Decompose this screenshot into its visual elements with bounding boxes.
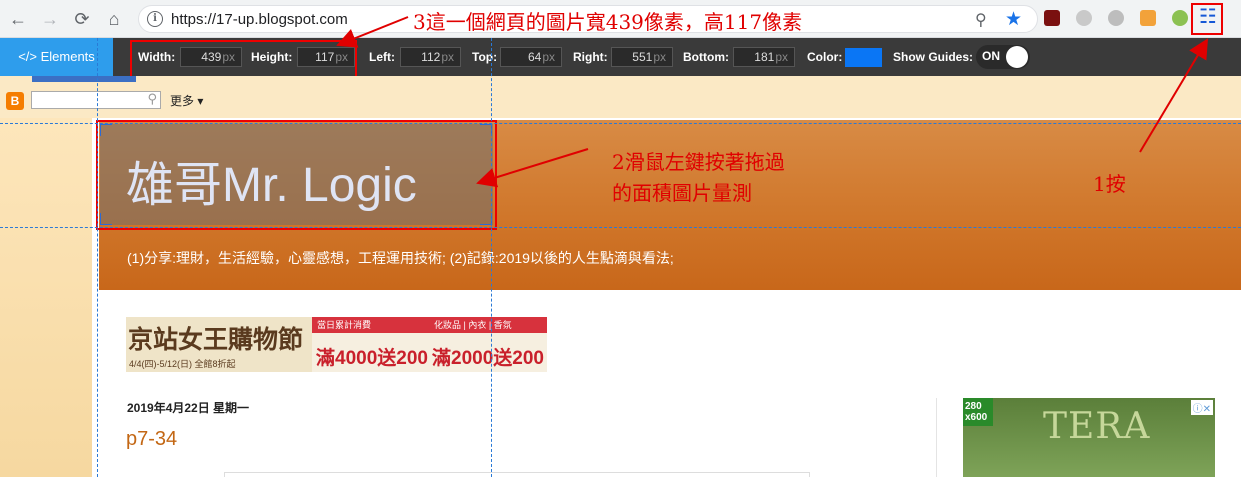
size-fields-highlight-box [130, 40, 357, 78]
left-value: 112 [421, 50, 441, 64]
blog-search-input[interactable]: ⚲ [31, 91, 161, 109]
left-label: Left: [369, 50, 395, 64]
right-field[interactable]: 551px [611, 47, 673, 67]
color-swatch[interactable] [845, 48, 882, 67]
zoom-icon[interactable]: ⚲ [975, 10, 987, 30]
ad-banner[interactable]: 京站女王購物節 4/4(四)-5/12(日) 全館8折起 當日累計消費 化妝品 … [126, 317, 547, 372]
sidebar-divider [936, 398, 937, 477]
page-left-background [0, 118, 92, 477]
screenshot-stage: ← → ⟳ ⌂ i https://17-up.blogspot.com ⚲ ★… [0, 0, 1241, 477]
search-icon[interactable]: ⚲ [147, 91, 157, 107]
info-icon[interactable]: i [147, 11, 163, 27]
bottom-unit: px [775, 50, 788, 64]
pdf-extension-icon[interactable] [1044, 10, 1060, 26]
post-title-link[interactable]: p7-34 [126, 428, 177, 451]
annotation-step2-line2: 的面積圖片量測 [612, 181, 752, 205]
ad-head-1: 當日累計消費 [312, 317, 429, 333]
selection-corner-bl[interactable] [100, 213, 112, 225]
back-button[interactable]: ← [6, 7, 30, 31]
tera-logo: TERA [1043, 406, 1151, 447]
toggle-knob [1006, 46, 1028, 68]
blocked-extension-icon[interactable] [1140, 10, 1156, 26]
m-extension-icon[interactable] [1076, 10, 1092, 26]
guide-top [0, 123, 1241, 124]
ad-brand-text: 京站女王購物節 [128, 325, 304, 354]
ad-head-2: 化妝品 | 內衣 | 香氛 [429, 317, 547, 333]
top-field[interactable]: 64px [500, 47, 562, 67]
ad-amount-1: 滿4000送200 [316, 348, 428, 369]
color-label: Color: [807, 50, 843, 64]
reload-button[interactable]: ⟳ [70, 7, 94, 31]
bookmark-star-icon[interactable]: ★ [1005, 8, 1022, 31]
show-guides-toggle[interactable]: ON [976, 45, 1030, 69]
toggle-state-label: ON [982, 49, 1000, 63]
ad-amount-2: 滿2000送200 [432, 348, 544, 369]
annotation-step2-line1: 2滑鼠左鍵按著拖過 [612, 150, 785, 174]
bottom-label: Bottom: [683, 50, 729, 64]
guide-left [97, 38, 98, 477]
selection-corner-tl[interactable] [100, 124, 112, 136]
more-menu[interactable]: 更多 ▾ [170, 92, 203, 109]
post-body-frame [224, 472, 810, 477]
forward-button[interactable]: → [38, 7, 62, 31]
grey-extension-icon[interactable] [1108, 10, 1124, 26]
top-label: Top: [472, 50, 498, 64]
top-value: 64 [527, 50, 542, 64]
annotation-step3: 3這一個網頁的圖片寬439像素，高117像素 [413, 10, 803, 34]
green-extension-icon[interactable] [1172, 10, 1188, 26]
show-guides-label: Show Guides: [893, 50, 974, 64]
guide-bottom [0, 227, 1241, 228]
measured-area-box [96, 120, 497, 230]
bottom-field[interactable]: 181px [733, 47, 795, 67]
guide-right [491, 38, 492, 477]
top-unit: px [542, 50, 555, 64]
left-field[interactable]: 112px [400, 47, 461, 67]
home-button[interactable]: ⌂ [102, 7, 126, 31]
annotation-step1: 1按 [1093, 172, 1126, 196]
ruler-icon-highlight-box [1191, 3, 1223, 35]
blogger-navbar: B ⚲ 更多 ▾ [0, 76, 1241, 118]
post-date: 2019年4月22日 星期一 [127, 401, 250, 415]
sidebar-ad[interactable]: 280 x600 TERA ⓘ✕ [963, 398, 1215, 477]
right-unit: px [653, 50, 666, 64]
ad-brand-panel: 京站女王購物節 4/4(四)-5/12(日) 全館8折起 [126, 317, 312, 372]
ad-size-badge: 280 x600 [963, 398, 993, 426]
right-label: Right: [573, 50, 608, 64]
follow-button[interactable] [32, 76, 136, 82]
blog-description: (1)分享:理財，生活經驗，心靈感想，工程運用技術; (2)記錄:2019以後的… [127, 250, 674, 266]
left-unit: px [441, 50, 454, 64]
ad-dates: 4/4(四)-5/12(日) 全館8折起 [129, 359, 236, 369]
right-value: 551 [632, 50, 653, 64]
blogger-logo-icon[interactable]: B [6, 92, 24, 110]
bottom-value: 181 [754, 50, 775, 64]
ad-close-icon[interactable]: ⓘ✕ [1190, 400, 1213, 415]
url-text[interactable]: https://17-up.blogspot.com [171, 11, 348, 28]
